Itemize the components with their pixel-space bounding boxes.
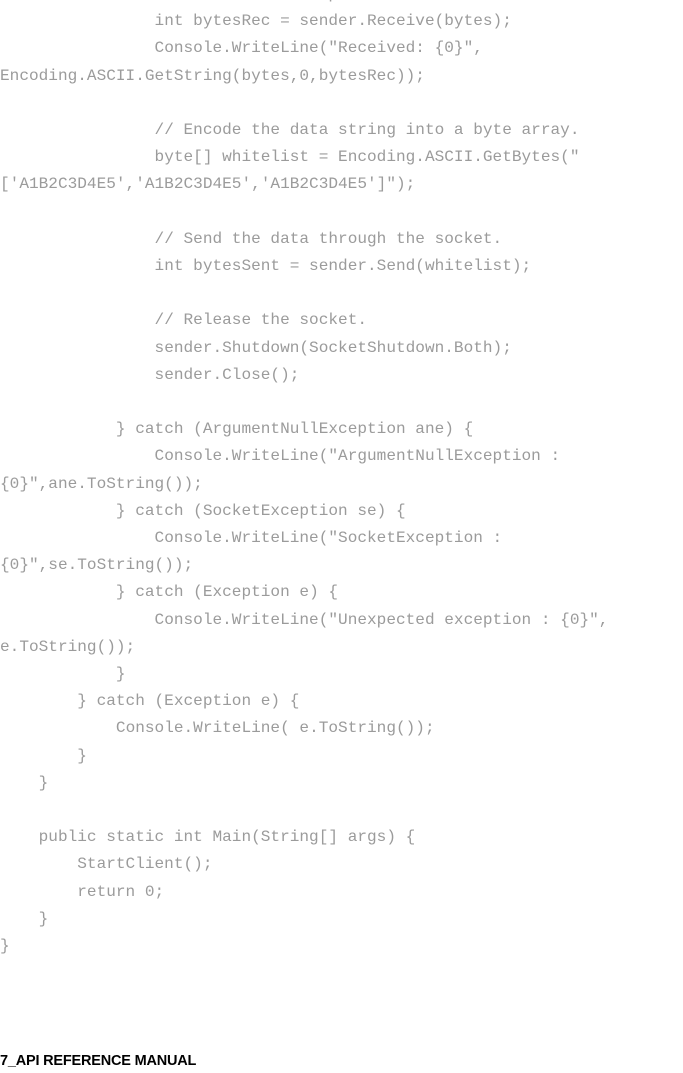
code-line: } catch (SocketException se) { [0,501,406,520]
code-line: return 0; [0,882,165,901]
code-line: } [0,665,126,684]
code-line: byte[] whitelist = Encoding.ASCII.GetByt… [0,148,580,194]
code-line: sender.Close(); [0,365,300,384]
code-line: // Release the socket. [0,311,368,330]
code-line: } [0,746,87,765]
code-line: StartClient(); [0,855,213,874]
code-line: int bytesRec = sender.Receive(bytes); [0,12,512,31]
code-line: } catch (ArgumentNullException ane) { [0,420,474,439]
page-footer: 7_API REFERENCE MANUAL [0,1053,683,1070]
code-line: } catch (Exception e) { [0,692,300,711]
code-line: sender.Shutdown(SocketShutdown.Both); [0,338,512,357]
code-line: public static int Main(String[] args) { [0,828,416,847]
code-line: } catch (Exception e) { [0,583,339,602]
code-line: } [0,773,49,792]
code-line: } [0,937,10,956]
document-page: // Receive the response from the remote … [0,0,683,1073]
code-line: Console.WriteLine( e.ToString()); [0,719,435,738]
code-line: int bytesSent = sender.Send(whitelist); [0,257,532,275]
code-line: // Send the data through the socket. [0,229,503,248]
footer-label: 7_API REFERENCE MANUAL [0,1053,197,1069]
code-line: // Encode the data string into a byte ar… [0,121,580,139]
code-line: Console.WriteLine("Received: {0}", Encod… [0,39,493,85]
code-line: } [0,909,49,928]
code-line: Console.WriteLine("Unexpected exception … [0,610,619,656]
code-line: Console.WriteLine("SocketException : {0}… [0,529,512,575]
code-line: Console.WriteLine("ArgumentNullException… [0,447,570,493]
code-line: // Receive the response from the remote … [0,0,683,8]
code-listing: // Receive the response from the remote … [0,0,683,960]
